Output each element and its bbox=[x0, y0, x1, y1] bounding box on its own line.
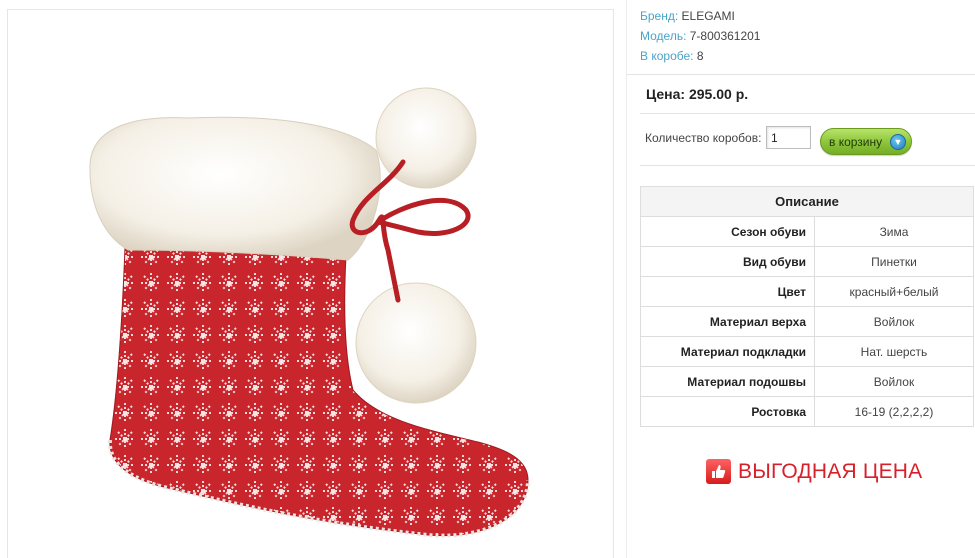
add-to-cart-label: в корзину bbox=[829, 134, 883, 149]
product-image[interactable] bbox=[8, 10, 615, 558]
table-row: Сезон обуви Зима bbox=[640, 216, 974, 247]
divider bbox=[640, 113, 975, 114]
brand-row: Бренд: ELEGAMI bbox=[640, 6, 760, 26]
model-row: Модель: 7-800361201 bbox=[640, 26, 760, 46]
promo-badge: ВЫГОДНАЯ ЦЕНА bbox=[706, 459, 922, 484]
divider bbox=[627, 74, 975, 75]
row-key: Ростовка bbox=[640, 396, 815, 427]
promo-text: ВЫГОДНАЯ ЦЕНА bbox=[738, 459, 923, 483]
add-to-cart-button[interactable]: в корзину ▼ bbox=[820, 128, 912, 155]
row-value: Войлок bbox=[814, 306, 974, 337]
row-value: 16-19 (2,2,2,2) bbox=[814, 396, 974, 427]
row-value: Зима bbox=[814, 216, 974, 247]
row-value: Пинетки bbox=[814, 246, 974, 277]
box-qty-row: В коробе: 8 bbox=[640, 46, 760, 66]
box-qty-value: 8 bbox=[696, 49, 704, 63]
row-value: красный+белый bbox=[814, 276, 974, 307]
table-row: Материал подкладки Нат. шерсть bbox=[640, 336, 974, 367]
cart-down-arrow-icon: ▼ bbox=[890, 134, 906, 150]
row-key: Материал верха bbox=[640, 306, 815, 337]
table-row: Материал подошвы Войлок bbox=[640, 366, 974, 397]
quantity-label: Количество коробов: bbox=[645, 131, 762, 145]
product-image-frame[interactable] bbox=[7, 9, 614, 558]
model-value: 7-800361201 bbox=[689, 29, 761, 43]
divider bbox=[640, 165, 975, 166]
row-key: Материал подошвы bbox=[640, 366, 815, 397]
model-label: Модель: bbox=[640, 29, 687, 43]
price-text: Цена: 295.00 р. bbox=[646, 86, 749, 102]
price: Цена: 295.00 р. bbox=[646, 86, 748, 102]
box-qty-label: В коробе: bbox=[640, 49, 694, 63]
table-row: Вид обуви Пинетки bbox=[640, 246, 974, 277]
row-key: Материал подкладки bbox=[640, 336, 815, 367]
table-row: Цвет красный+белый bbox=[640, 276, 974, 307]
row-value: Войлок bbox=[814, 366, 974, 397]
quantity-input[interactable] bbox=[766, 126, 811, 149]
description-title: Описание bbox=[640, 186, 974, 217]
brand-value: ELEGAMI bbox=[681, 9, 735, 23]
thumbs-up-icon bbox=[706, 459, 731, 484]
brand-label: Бренд: bbox=[640, 9, 679, 23]
row-key: Цвет bbox=[640, 276, 815, 307]
column-divider bbox=[626, 0, 627, 558]
table-row: Материал верха Войлок bbox=[640, 306, 974, 337]
row-key: Сезон обуви bbox=[640, 216, 815, 247]
product-info: Бренд: ELEGAMI Модель: 7-800361201 В кор… bbox=[640, 6, 760, 66]
description-table: Описание Сезон обуви Зима Вид обуви Пине… bbox=[640, 186, 974, 427]
table-row: Ростовка 16-19 (2,2,2,2) bbox=[640, 396, 974, 427]
row-value: Нат. шерсть bbox=[814, 336, 974, 367]
description-header-row: Описание bbox=[640, 186, 974, 217]
row-key: Вид обуви bbox=[640, 246, 815, 277]
